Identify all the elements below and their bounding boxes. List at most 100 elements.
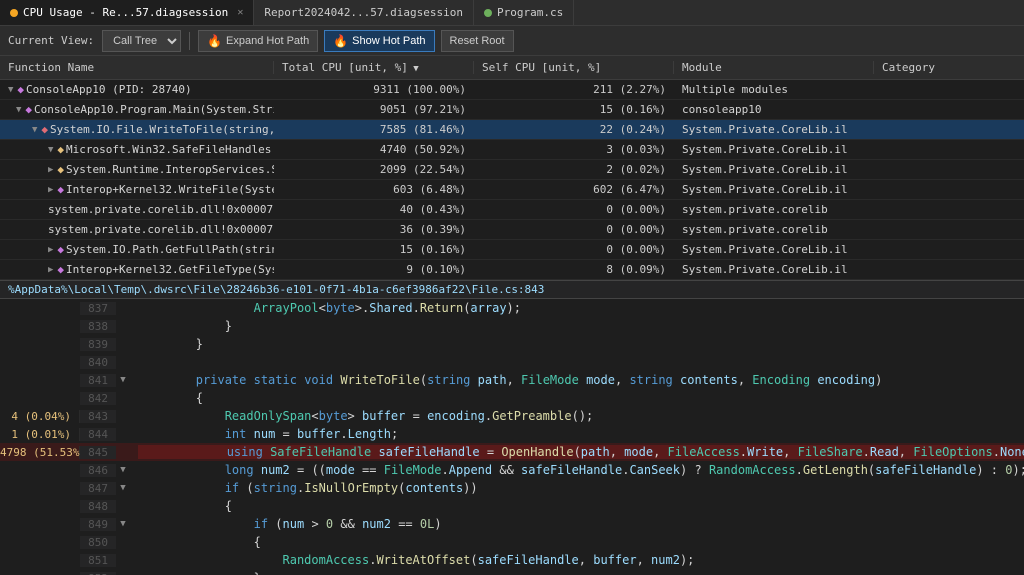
th-function-name: Function Name: [0, 61, 274, 74]
row-6-name: system.private.corelib.dll!0x00007ff8cf9…: [0, 203, 274, 216]
line-content-844: int num = buffer.Length;: [130, 427, 398, 441]
line-content-850: {: [130, 535, 261, 549]
toolbar-separator-1: [189, 32, 190, 50]
func-icon: ◆: [57, 243, 64, 256]
call-tree-table: ▼ ◆ ConsoleApp10 (PID: 28740) 9311 (100.…: [0, 80, 1024, 280]
row-4-self: 2 (0.02%): [474, 163, 674, 176]
func-icon: ◆: [25, 103, 32, 116]
th-self-cpu[interactable]: Self CPU [unit, %]: [474, 61, 674, 74]
line-content-843: ReadOnlySpan<byte> buffer = encoding.Get…: [130, 409, 593, 423]
table-row[interactable]: ▶ ◆ Interop+Kernel32.WriteFile(System.Ru…: [0, 180, 1024, 200]
show-hot-path-label: Show Hot Path: [352, 35, 425, 47]
row-6-self: 0 (0.00%): [474, 203, 674, 216]
tab-close-cpu[interactable]: ✕: [237, 7, 243, 18]
line-meta-843: 4 (0.04%): [0, 410, 80, 423]
row-0-func: ConsoleApp10 (PID: 28740): [26, 83, 192, 96]
tab-cpu-usage[interactable]: CPU Usage - Re...57.diagsession ✕: [0, 0, 254, 25]
code-line-843: 4 (0.04%) 843 ReadOnlySpan<byte> buffer …: [0, 407, 1024, 425]
expand-arrow[interactable]: ▶: [48, 265, 53, 275]
func-icon: ◆: [41, 123, 48, 136]
flame-icon: 🔥: [207, 34, 222, 48]
tab-programcs[interactable]: Program.cs: [474, 0, 574, 25]
row-5-name: ▶ ◆ Interop+Kernel32.WriteFile(System.Ru…: [0, 183, 274, 196]
code-line-848: 848 {: [0, 497, 1024, 515]
tab-label-report: Report2024042...57.diagsession: [264, 6, 463, 19]
expand-hot-path-button[interactable]: 🔥 Expand Hot Path: [198, 30, 318, 52]
code-line-847: 847 ▼ if (string.IsNullOrEmpty(contents)…: [0, 479, 1024, 497]
code-line-850: 850 {: [0, 533, 1024, 551]
table-row[interactable]: ▼ ◆ System.IO.File.WriteToFile(string, S…: [0, 120, 1024, 140]
line-content-839: }: [130, 337, 203, 351]
code-line-837: 837 ArrayPool<byte>.Shared.Return(array)…: [0, 299, 1024, 317]
current-view-select[interactable]: Call Tree: [102, 30, 181, 52]
row-8-total: 15 (0.16%): [274, 243, 474, 256]
table-row[interactable]: ▶ ◆ System.Runtime.InteropServices.SafeH…: [0, 160, 1024, 180]
line-num-847: 847: [80, 482, 116, 495]
line-arrow-847: ▼: [116, 483, 130, 493]
row-0-name: ▼ ◆ ConsoleApp10 (PID: 28740): [0, 83, 274, 96]
code-line-841: 841 ▼ private static void WriteToFile(st…: [0, 371, 1024, 389]
line-num-844: 844: [80, 428, 116, 441]
row-0-self: 211 (2.27%): [474, 83, 674, 96]
line-content-842: {: [130, 391, 203, 405]
tab-report[interactable]: Report2024042...57.diagsession: [254, 0, 474, 25]
th-module[interactable]: Module: [674, 61, 874, 74]
row-4-total: 2099 (22.54%): [274, 163, 474, 176]
table-row[interactable]: ▼ ◆ ConsoleApp10 (PID: 28740) 9311 (100.…: [0, 80, 1024, 100]
row-4-name: ▶ ◆ System.Runtime.InteropServices.SafeH…: [0, 163, 274, 176]
line-content-849: if (num > 0 && num2 == 0L): [130, 517, 442, 531]
line-num-839: 839: [80, 338, 116, 351]
line-meta-845: 4798 (51.53%): [0, 446, 80, 459]
row-9-func: Interop+Kernel32.GetFileType(System.Runt…: [66, 263, 274, 276]
line-content-847: if (string.IsNullOrEmpty(contents)): [130, 481, 478, 495]
row-7-module: system.private.corelib: [674, 223, 874, 236]
line-num-842: 842: [80, 392, 116, 405]
expand-arrow[interactable]: ▼: [8, 85, 13, 95]
func-icon: ◆: [17, 83, 24, 96]
row-7-func: system.private.corelib.dll!0x00007ff8cf7…: [48, 223, 274, 236]
expand-arrow[interactable]: ▼: [48, 145, 53, 155]
func-icon: ◆: [57, 263, 64, 276]
table-row[interactable]: ▼ ◆ ConsoleApp10.Program.Main(System.Str…: [0, 100, 1024, 120]
th-total-cpu[interactable]: Total CPU [unit, %]: [274, 61, 474, 74]
tab-label-programcs: Program.cs: [497, 6, 563, 19]
line-content-845: using SafeFileHandle safeFileHandle = Op…: [130, 445, 1024, 459]
row-9-module: System.Private.CoreLib.il: [674, 263, 874, 276]
code-editor: 837 ArrayPool<byte>.Shared.Return(array)…: [0, 299, 1024, 575]
code-line-849: 849 ▼ if (num > 0 && num2 == 0L): [0, 515, 1024, 533]
main-container: CPU Usage - Re...57.diagsession ✕ Report…: [0, 0, 1024, 575]
reset-root-button[interactable]: Reset Root: [441, 30, 514, 52]
table-row[interactable]: ▶ ◆ System.IO.Path.GetFullPath(string) 1…: [0, 240, 1024, 260]
expand-arrow[interactable]: ▶: [48, 185, 53, 195]
expand-arrow[interactable]: ▼: [32, 125, 37, 135]
line-arrow-849: ▼: [116, 519, 130, 529]
line-num-851: 851: [80, 554, 116, 567]
row-1-self: 15 (0.16%): [474, 103, 674, 116]
expand-arrow[interactable]: ▶: [48, 165, 53, 175]
table-row[interactable]: system.private.corelib.dll!0x00007ff8cf7…: [0, 220, 1024, 240]
row-1-module: consoleapp10: [674, 103, 874, 116]
table-row[interactable]: system.private.corelib.dll!0x00007ff8cf9…: [0, 200, 1024, 220]
line-content-848: {: [130, 499, 232, 513]
row-7-total: 36 (0.39%): [274, 223, 474, 236]
table-row[interactable]: ▼ ◆ Microsoft.Win32.SafeFileHandles.Safe…: [0, 140, 1024, 160]
line-num-843: 843: [80, 410, 116, 423]
th-category[interactable]: Category: [874, 61, 1024, 74]
line-content-838: }: [130, 319, 232, 333]
row-2-self: 22 (0.24%): [474, 123, 674, 136]
tooltip-text: %AppData%\Local\Temp\.dwsrc\File\28246b3…: [8, 283, 544, 296]
row-0-total: 9311 (100.00%): [274, 83, 474, 96]
row-0-module: Multiple modules: [674, 83, 874, 96]
row-1-total: 9051 (97.21%): [274, 103, 474, 116]
toolbar: Current View: Call Tree 🔥 Expand Hot Pat…: [0, 26, 1024, 56]
show-hot-path-button[interactable]: 🔥 Show Hot Path: [324, 30, 434, 52]
row-8-self: 0 (0.00%): [474, 243, 674, 256]
line-content-841: private static void WriteToFile(string p…: [130, 373, 882, 387]
line-num-846: 846: [80, 464, 116, 477]
tab-label-cpu: CPU Usage - Re...57.diagsession: [23, 6, 228, 19]
row-9-name: ▶ ◆ Interop+Kernel32.GetFileType(System.…: [0, 263, 274, 276]
expand-arrow[interactable]: ▶: [48, 245, 53, 255]
table-row[interactable]: ▶ ◆ Interop+Kernel32.GetFileType(System.…: [0, 260, 1024, 280]
expand-arrow[interactable]: ▼: [16, 105, 21, 115]
line-num-837: 837: [80, 302, 116, 315]
